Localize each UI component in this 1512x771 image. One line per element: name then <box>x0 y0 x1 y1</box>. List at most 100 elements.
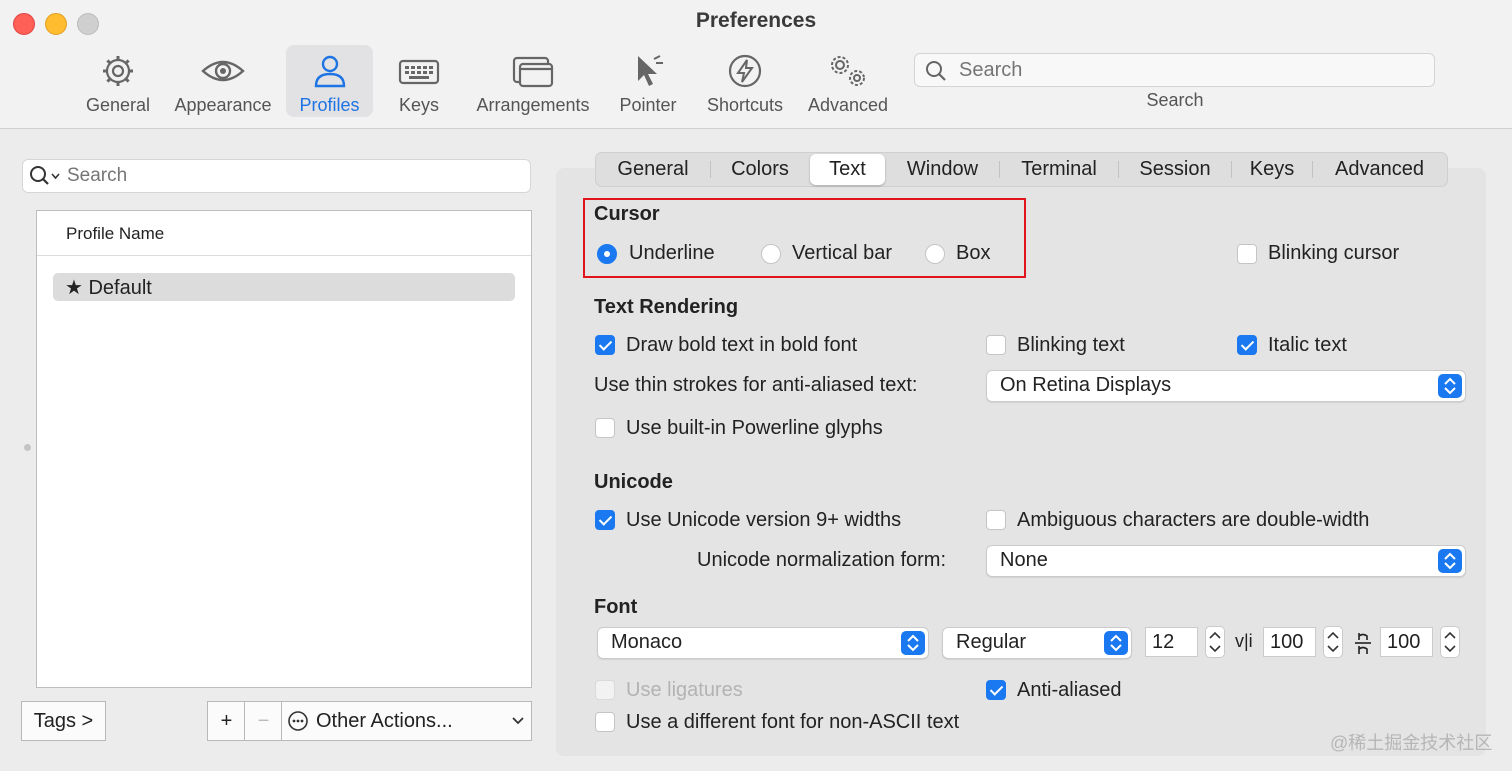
window-title: Preferences <box>695 9 817 32</box>
toolbar-item-pointer[interactable]: Pointer <box>615 45 681 117</box>
italic-text-label[interactable]: Italic text <box>1268 334 1347 357</box>
italic-text-checkbox[interactable] <box>1237 335 1257 355</box>
search-icon <box>926 61 946 81</box>
text-rendering-heading: Text Rendering <box>594 296 739 318</box>
normalization-label: Unicode normalization form: <box>697 549 946 571</box>
vertical-spacing-stepper[interactable] <box>1323 626 1343 658</box>
gear-icon <box>103 56 133 86</box>
thin-strokes-popup[interactable]: On Retina Displays <box>986 370 1466 402</box>
tab-colors[interactable]: Colors <box>711 153 809 186</box>
tab-terminal[interactable]: Terminal <box>1000 153 1118 186</box>
font-style-value: Regular <box>956 631 1027 653</box>
toolbar-item-keys[interactable]: Keys <box>392 45 446 117</box>
profile-search-field[interactable] <box>22 159 531 193</box>
non-ascii-font-checkbox[interactable] <box>595 712 615 732</box>
profile-list: Profile Name ★ Default <box>36 210 532 688</box>
tags-button[interactable]: Tags > <box>21 701 106 741</box>
tab-text[interactable]: Text <box>810 154 885 185</box>
profile-search-input[interactable] <box>65 162 519 190</box>
bold-font-checkbox[interactable] <box>595 335 615 355</box>
preferences-window: Preferences General Appearance Profiles … <box>0 0 1512 771</box>
normalization-value: None <box>1000 549 1048 571</box>
keyboard-icon <box>398 59 440 85</box>
powerline-glyphs-checkbox[interactable] <box>595 418 615 438</box>
toolbar-label-keys: Keys <box>398 95 440 115</box>
toolbar-item-arrangements[interactable]: Arrangements <box>472 45 594 117</box>
vertical-spacing-icon: v|i <box>1235 631 1253 651</box>
font-family-popup[interactable]: Monaco <box>597 627 929 659</box>
gears-icon <box>831 56 865 86</box>
ambiguous-width-checkbox[interactable] <box>986 510 1006 530</box>
updown-chevron-icon <box>1438 374 1462 398</box>
anti-aliased-label[interactable]: Anti-aliased <box>1017 679 1122 702</box>
toolbar-item-appearance[interactable]: Appearance <box>170 45 276 117</box>
eye-icon <box>201 60 245 82</box>
font-size-stepper[interactable] <box>1205 626 1225 658</box>
tab-session[interactable]: Session <box>1119 153 1231 186</box>
powerline-glyphs-label[interactable]: Use built-in Powerline glyphs <box>626 417 883 440</box>
toolbar-label-arrangements: Arrangements <box>476 95 590 115</box>
tab-advanced[interactable]: Advanced <box>1313 153 1446 186</box>
tab-window[interactable]: Window <box>886 153 999 186</box>
font-family-value: Monaco <box>611 631 683 653</box>
splitter-handle[interactable] <box>24 444 31 451</box>
search-icon <box>30 166 60 185</box>
other-actions-button[interactable]: Other Actions... <box>281 701 532 741</box>
toolbar-search-label: Search <box>1146 90 1204 110</box>
stepper-arrows-icon <box>1327 631 1339 653</box>
toolbar-label-general: General <box>85 95 151 115</box>
horizontal-spacing-field[interactable]: 100 <box>1380 627 1433 657</box>
toolbar-item-shortcuts[interactable]: Shortcuts <box>702 45 788 117</box>
unicode-v9-label[interactable]: Use Unicode version 9+ widths <box>626 509 901 532</box>
person-icon <box>314 55 345 88</box>
font-style-popup[interactable]: Regular <box>942 627 1132 659</box>
normalization-popup[interactable]: None <box>986 545 1466 577</box>
profile-row-default[interactable]: ★ Default <box>53 273 515 301</box>
blinking-text-label[interactable]: Blinking text <box>1017 334 1125 357</box>
unicode-v9-checkbox[interactable] <box>595 510 615 530</box>
toolbar-label-pointer: Pointer <box>619 95 677 115</box>
toolbar-search-input[interactable] <box>957 56 1421 84</box>
toolbar: Preferences General Appearance Profiles … <box>0 0 1512 129</box>
updown-chevron-icon <box>1104 631 1128 655</box>
blinking-cursor-checkbox[interactable] <box>1237 244 1257 264</box>
toolbar-search-field[interactable] <box>914 53 1435 87</box>
watermark: @稀土掘金技术社区 <box>1330 733 1493 753</box>
profile-tabs: General Colors Text Window Terminal Sess… <box>595 152 1448 187</box>
other-actions-label: Other Actions... <box>316 709 453 732</box>
pointer-icon <box>638 55 663 86</box>
font-size-field[interactable]: 12 <box>1145 627 1198 657</box>
toolbar-label-profiles: Profiles <box>299 95 360 115</box>
toolbar-item-general[interactable]: General <box>80 45 156 117</box>
tab-keys[interactable]: Keys <box>1232 153 1312 186</box>
blinking-cursor-label[interactable]: Blinking cursor <box>1268 242 1399 265</box>
toolbar-label-appearance: Appearance <box>174 95 272 115</box>
ellipsis-circle-icon <box>288 711 308 731</box>
horizontal-spacing-stepper[interactable] <box>1440 626 1460 658</box>
bold-font-label[interactable]: Draw bold text in bold font <box>626 334 857 357</box>
windows-icon <box>512 56 554 88</box>
font-heading: Font <box>594 596 638 618</box>
unicode-heading: Unicode <box>594 471 673 493</box>
toolbar-label-shortcuts: Shortcuts <box>706 95 784 115</box>
ligatures-label: Use ligatures <box>626 679 743 701</box>
tab-general[interactable]: General <box>596 153 710 186</box>
ligatures-checkbox[interactable] <box>595 680 615 700</box>
toolbar-item-advanced[interactable]: Advanced <box>804 45 892 117</box>
thin-strokes-label: Use thin strokes for anti-aliased text: <box>594 374 918 396</box>
profile-name-column-header[interactable]: Profile Name <box>37 211 531 256</box>
thin-strokes-value: On Retina Displays <box>1000 374 1172 396</box>
blinking-text-checkbox[interactable] <box>986 335 1006 355</box>
ambiguous-width-label[interactable]: Ambiguous characters are double-width <box>1017 509 1369 532</box>
updown-chevron-icon <box>901 631 925 655</box>
non-ascii-font-label[interactable]: Use a different font for non-ASCII text <box>626 711 959 734</box>
vertical-spacing-field[interactable]: 100 <box>1263 627 1316 657</box>
lightning-icon <box>728 54 762 88</box>
toolbar-item-profiles[interactable]: Profiles <box>286 45 373 117</box>
stepper-arrows-icon <box>1209 631 1221 653</box>
remove-profile-button[interactable]: − <box>244 701 283 741</box>
add-profile-button[interactable]: + <box>207 701 246 741</box>
chevron-down-icon <box>512 717 524 725</box>
toolbar-label-advanced: Advanced <box>807 95 889 115</box>
anti-aliased-checkbox[interactable] <box>986 680 1006 700</box>
